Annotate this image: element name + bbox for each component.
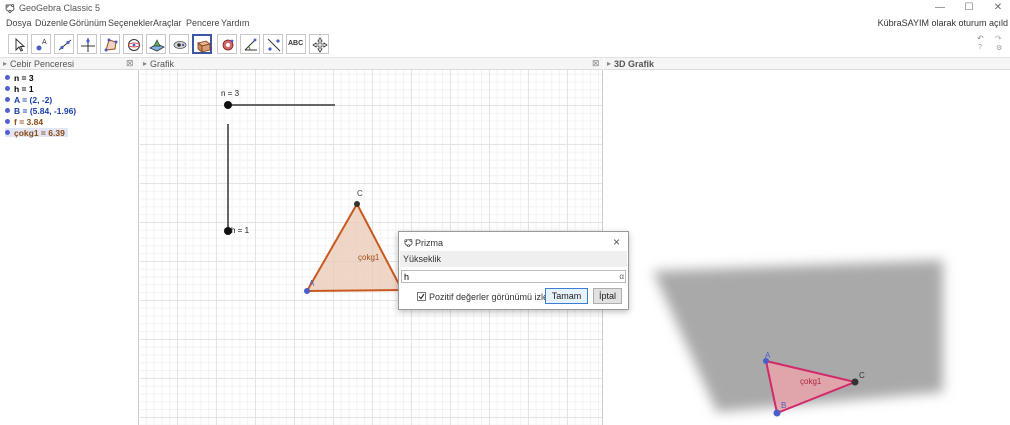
dialog-label-bar: Yükseklik: [400, 251, 627, 267]
geogebra-app-icon: [5, 4, 15, 13]
polygon-tool-icon[interactable]: [100, 34, 120, 54]
chevron-right-icon[interactable]: ▸: [607, 59, 611, 68]
point-3d-b[interactable]: [773, 409, 781, 417]
slider-h-label: h = 1: [231, 226, 250, 235]
algebra-item-b[interactable]: B = (5.84, -1.96): [5, 106, 76, 116]
login-status[interactable]: KübraSAYIM olarak oturum açıld: [878, 18, 1008, 28]
algebra-panel-header[interactable]: ▸ Cebir Penceresi ⊠: [0, 58, 139, 70]
slider-n-label: n = 3: [221, 89, 240, 98]
dialog-close-icon[interactable]: ×: [613, 235, 620, 249]
prism-dialog: Prizma × Yükseklik α Pozitif değerler gö…: [398, 231, 629, 310]
menu-bar: Dosya Düzenle Görünüm Seçenekler Araçlar…: [0, 16, 1010, 31]
graphics3d-panel-header[interactable]: ▸ 3D Grafik: [604, 58, 1010, 70]
close-algebra-panel-icon[interactable]: ⊠: [126, 58, 134, 69]
menu-tools[interactable]: Araçlar: [153, 18, 182, 28]
menu-edit[interactable]: Düzenle: [35, 18, 68, 28]
toolbar: A ABC ↶ ↷ ? ⚙: [0, 31, 1010, 58]
visibility-dot-icon[interactable]: [5, 75, 10, 80]
close-graphics-panel-icon[interactable]: ⊠: [592, 58, 600, 69]
positive-values-label: Pozitif değerler görünümü izler: [429, 292, 552, 302]
positive-values-checkbox[interactable]: [417, 292, 426, 301]
ok-button[interactable]: Tamam: [545, 288, 588, 304]
graphics3d-canvas[interactable]: [604, 70, 1010, 425]
point-c[interactable]: [354, 201, 360, 207]
polygon-cokg1[interactable]: [305, 201, 404, 293]
settings-icon[interactable]: ⚙: [996, 44, 1002, 52]
close-button[interactable]: ✕: [986, 2, 1010, 13]
line-tool-icon[interactable]: [54, 34, 74, 54]
cancel-button[interactable]: İptal: [593, 288, 622, 304]
redo-icon[interactable]: ↷: [995, 34, 1002, 43]
plane-tool-icon[interactable]: [146, 34, 166, 54]
title-bar: GeoGebra Classic 5 — ☐ ✕: [0, 0, 1010, 16]
visibility-dot-icon[interactable]: [5, 130, 10, 135]
visibility-dot-icon[interactable]: [5, 108, 10, 113]
help-icon[interactable]: ?: [978, 44, 982, 51]
geogebra-dialog-icon: [404, 239, 413, 247]
sphere-tool-icon[interactable]: [169, 34, 189, 54]
graphics3d-panel-title: 3D Grafik: [614, 59, 655, 69]
checkmark-icon: [418, 293, 425, 300]
move-view-tool-icon[interactable]: [309, 34, 329, 54]
visibility-dot-icon[interactable]: [5, 97, 10, 102]
algebra-view: n = 3 h = 1 A = (2, -2) B = (5.84, -1.96…: [0, 70, 139, 425]
menu-file[interactable]: Dosya: [6, 18, 32, 28]
reflect-tool-icon[interactable]: [263, 34, 283, 54]
circle-tool-icon[interactable]: [123, 34, 143, 54]
keyboard-icon[interactable]: α: [619, 272, 624, 281]
minimize-button[interactable]: —: [928, 2, 952, 13]
algebra-item-a[interactable]: A = (2, -2): [5, 95, 52, 105]
prism-tool-icon[interactable]: [192, 34, 212, 54]
menu-options[interactable]: Seçenekler: [108, 18, 153, 28]
point-a-label: A: [309, 279, 315, 288]
algebra-item-f[interactable]: f = 3.84: [5, 117, 43, 127]
algebra-item-n[interactable]: n = 3: [5, 73, 34, 83]
graphics3d-view[interactable]: A B C çokg1: [604, 70, 1010, 425]
point-tool-icon[interactable]: A: [31, 34, 51, 54]
text-tool-label: ABC: [288, 40, 304, 47]
menu-view[interactable]: Görünüm: [69, 18, 107, 28]
chevron-right-icon[interactable]: ▸: [3, 59, 7, 68]
point-c-label: C: [357, 189, 363, 198]
menu-help[interactable]: Yardım: [221, 18, 249, 28]
point-a[interactable]: [304, 288, 310, 294]
window-title: GeoGebra Classic 5: [19, 3, 101, 13]
point-3d-c[interactable]: [851, 378, 859, 386]
menu-window[interactable]: Pencere: [186, 18, 220, 28]
graphics-panel-header[interactable]: ▸ Grafik ⊠: [140, 58, 603, 70]
algebra-item-h[interactable]: h = 1: [5, 84, 34, 94]
perpendicular-tool-icon[interactable]: [77, 34, 97, 54]
undo-icon[interactable]: ↶: [977, 34, 984, 43]
rotate-tool-icon[interactable]: [217, 34, 237, 54]
chevron-right-icon[interactable]: ▸: [143, 59, 147, 68]
polygon-3d-label: çokg1: [800, 377, 822, 386]
maximize-button[interactable]: ☐: [957, 2, 981, 13]
svg-text:A: A: [42, 39, 47, 46]
slider-n-handle[interactable]: [224, 101, 232, 109]
height-input[interactable]: [401, 270, 626, 283]
point-3d-a-label: A: [765, 351, 771, 360]
text-tool-icon[interactable]: ABC: [286, 34, 306, 54]
algebra-panel-title: Cebir Penceresi: [10, 59, 75, 69]
polygon-label: çokg1: [358, 253, 380, 262]
algebra-item-polygon[interactable]: çokg1 = 6.39: [5, 128, 68, 138]
graphics-panel-title: Grafik: [150, 59, 175, 69]
point-3d-c-label: C: [859, 371, 865, 380]
dialog-title: Prizma: [415, 238, 444, 248]
visibility-dot-icon[interactable]: [5, 86, 10, 91]
visibility-dot-icon[interactable]: [5, 119, 10, 124]
point-3d-b-label: B: [781, 401, 787, 410]
height-label: Yükseklik: [403, 254, 442, 264]
angle-tool-icon[interactable]: [240, 34, 260, 54]
move-tool-icon[interactable]: [8, 34, 28, 54]
undo-redo-area: ↶ ↷ ? ⚙: [960, 31, 1010, 55]
